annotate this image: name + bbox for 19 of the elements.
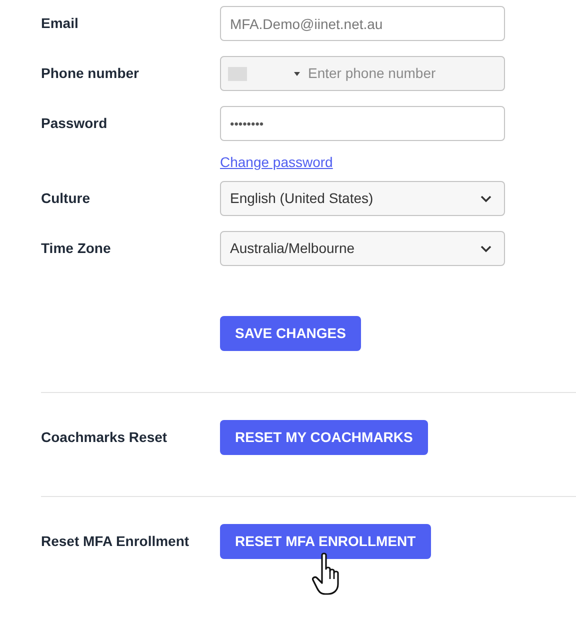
password-field[interactable]: ••••••••: [220, 106, 505, 141]
reset-button[interactable]: RESET MFA ENROLLMENT: [220, 524, 431, 559]
reset-button[interactable]: RESET MY COACHMARKS: [220, 420, 428, 455]
chevron-down-icon: [480, 194, 492, 202]
caret-down-icon: [294, 72, 300, 76]
section-label: Reset MFA Enrollment: [41, 532, 190, 551]
field-label: Culture: [41, 189, 91, 208]
section-label: Coachmarks Reset: [41, 428, 168, 447]
field-label: Time Zone: [41, 239, 112, 258]
save-changes-button[interactable]: SAVE CHANGES: [220, 316, 361, 351]
select-dropdown[interactable]: English (United States): [220, 181, 505, 216]
field-label: Password: [41, 114, 108, 133]
select-dropdown[interactable]: Australia/Melbourne: [220, 231, 505, 266]
flag-icon: [228, 66, 247, 80]
change-password-link[interactable]: Change password: [220, 154, 333, 170]
email-field[interactable]: MFA.Demo@iinet.net.au: [220, 6, 505, 41]
field-label: Phone number: [41, 64, 140, 83]
field-label: Email: [41, 14, 80, 33]
chevron-down-icon: [480, 244, 492, 252]
